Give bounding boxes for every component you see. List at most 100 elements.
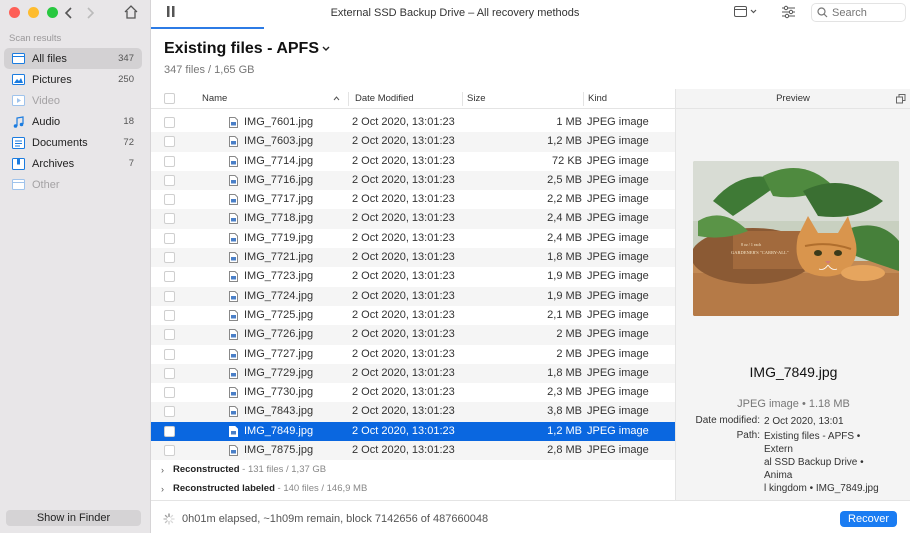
- table-row[interactable]: IMG_7726.jpg 2 Oct 2020, 13:01:23 2 MB JPEG…: [151, 325, 675, 345]
- table-row[interactable]: IMG_7719.jpg 2 Oct 2020, 13:01:23 2,4 MB JP…: [151, 229, 675, 248]
- table-row[interactable]: IMG_7725.jpg 2 Oct 2020, 13:01:23 2,1 MB JP…: [151, 306, 675, 325]
- column-header-name[interactable]: Name: [202, 89, 227, 109]
- search-field[interactable]: [811, 3, 906, 22]
- image-file-icon: [229, 445, 238, 457]
- column-separator: [348, 92, 349, 106]
- file-size: 1,8 MB: [547, 251, 582, 264]
- file-size: 1,2 MB: [547, 424, 582, 437]
- file-name: IMG_7725.jpg: [244, 308, 314, 321]
- table-row[interactable]: IMG_7875.jpg 2 Oct 2020, 13:01:23 2,8 MB JP…: [151, 441, 675, 461]
- row-checkbox[interactable]: [164, 329, 175, 341]
- sidebar-item-label: Archives: [32, 157, 75, 170]
- row-checkbox[interactable]: [164, 117, 175, 128]
- copy-icon[interactable]: [896, 94, 906, 104]
- table-row[interactable]: IMG_7603.jpg 2 Oct 2020, 13:01:23 1,2 MB JP…: [151, 132, 675, 152]
- sort-ascending-icon[interactable]: [333, 96, 340, 101]
- minimize-window-button[interactable]: [28, 7, 39, 18]
- disclosure-triangle-icon[interactable]: ›: [161, 484, 164, 494]
- file-kind: JPEG image: [587, 308, 649, 321]
- row-checkbox[interactable]: [164, 232, 175, 244]
- file-kind: JPEG image: [587, 424, 649, 437]
- table-row[interactable]: IMG_7721.jpg 2 Oct 2020, 13:01:23 1,8 MB JP…: [151, 248, 675, 268]
- zoom-window-button[interactable]: [47, 7, 58, 18]
- show-in-finder-button[interactable]: Show in Finder: [6, 510, 141, 526]
- select-all-checkbox[interactable]: [164, 93, 175, 104]
- file-size: 1,9 MB: [547, 289, 582, 302]
- view-options-icon[interactable]: [734, 6, 758, 18]
- group-row[interactable]: › Reconstructed labeled - 140 files / 146…: [151, 479, 675, 498]
- file-size: 2,4 MB: [547, 231, 582, 244]
- table-row[interactable]: IMG_7716.jpg 2 Oct 2020, 13:01:23 2,5 MB JP…: [151, 170, 675, 191]
- sidebar-item-video[interactable]: Video: [4, 90, 142, 111]
- recover-button[interactable]: Recover: [840, 511, 897, 527]
- filter-icon[interactable]: [781, 5, 796, 19]
- file-name: IMG_7727.jpg: [244, 347, 314, 360]
- row-checkbox[interactable]: [164, 309, 175, 321]
- row-checkbox[interactable]: [164, 174, 175, 186]
- file-name: IMG_7721.jpg: [244, 251, 314, 264]
- column-header-date[interactable]: Date Modified: [355, 89, 414, 109]
- table-row[interactable]: IMG_7729.jpg 2 Oct 2020, 13:01:23 1,8 MB JP…: [151, 363, 675, 384]
- table-row[interactable]: IMG_7718.jpg 2 Oct 2020, 13:01:23 2,4 MB JP…: [151, 209, 675, 229]
- row-checkbox[interactable]: [164, 387, 175, 399]
- table-row[interactable]: IMG_7714.jpg 2 Oct 2020, 13:01:23 72 KB JPE…: [151, 152, 675, 171]
- file-name: IMG_7724.jpg: [244, 289, 314, 302]
- file-kind: JPEG image: [587, 270, 649, 283]
- close-window-button[interactable]: [9, 7, 20, 18]
- content-title[interactable]: Existing files - APFS: [164, 40, 330, 58]
- file-kind: JPEG image: [587, 386, 649, 399]
- row-checkbox[interactable]: [164, 155, 175, 167]
- row-checkbox[interactable]: [164, 136, 175, 148]
- row-checkbox[interactable]: [164, 213, 175, 225]
- file-name: IMG_7603.jpg: [244, 135, 314, 148]
- table-row[interactable]: IMG_7717.jpg 2 Oct 2020, 13:01:23 2,2 MB JP…: [151, 190, 675, 209]
- sidebar-item-count: 18: [123, 116, 134, 127]
- table-row[interactable]: IMG_7724.jpg 2 Oct 2020, 13:01:23 1,9 MB JP…: [151, 286, 675, 306]
- sidebar-item-all-files[interactable]: All files 347: [4, 48, 142, 69]
- image-file-icon: [229, 117, 238, 128]
- table-row[interactable]: IMG_7727.jpg 2 Oct 2020, 13:01:23 2 MB JPEG…: [151, 345, 675, 364]
- forward-icon[interactable]: [85, 6, 95, 20]
- row-checkbox[interactable]: [164, 290, 175, 302]
- file-name: IMG_7875.jpg: [244, 444, 314, 457]
- row-checkbox[interactable]: [164, 406, 175, 418]
- preview-filename: IMG_7849.jpg: [749, 364, 838, 380]
- file-date: 2 Oct 2020, 13:01:23: [352, 424, 455, 437]
- table-row[interactable]: IMG_7849.jpg 2 Oct 2020, 13:01:23 1,2 MB JP…: [151, 421, 675, 442]
- row-checkbox[interactable]: [164, 271, 175, 283]
- sidebar-item-pictures[interactable]: Pictures 250: [4, 69, 142, 90]
- image-file-icon: [229, 329, 238, 341]
- table-row[interactable]: IMG_7723.jpg 2 Oct 2020, 13:01:23 1,9 MB JP…: [151, 267, 675, 286]
- file-date: 2 Oct 2020, 13:01:23: [352, 270, 455, 283]
- sidebar-item-other[interactable]: Other: [4, 174, 142, 195]
- image-file-icon: [229, 174, 238, 186]
- preview-header: Preview: [676, 89, 910, 109]
- column-header-size[interactable]: Size: [467, 89, 485, 109]
- row-checkbox[interactable]: [164, 348, 175, 360]
- group-row[interactable]: › Reconstructed - 131 files / 1,37 GB: [151, 460, 675, 479]
- table-row[interactable]: IMG_7730.jpg 2 Oct 2020, 13:01:23 2,3 MB JP…: [151, 383, 675, 402]
- row-checkbox[interactable]: [164, 252, 175, 264]
- column-header-kind[interactable]: Kind: [588, 89, 607, 109]
- sidebar-item-audio[interactable]: Audio 18: [4, 111, 142, 132]
- file-size: 2,8 MB: [547, 444, 582, 457]
- file-kind: JPEG image: [587, 231, 649, 244]
- file-size: 72 KB: [552, 154, 582, 167]
- row-checkbox[interactable]: [164, 425, 175, 437]
- window-title: External SSD Backup Drive – All recovery…: [330, 7, 580, 19]
- back-icon[interactable]: [64, 6, 74, 20]
- file-name: IMG_7719.jpg: [244, 231, 314, 244]
- sidebar-item-documents[interactable]: Documents 72: [4, 132, 142, 153]
- row-checkbox[interactable]: [164, 445, 175, 457]
- preview-path-line: l kingdom • IMG_7849.jpg: [764, 483, 879, 494]
- row-checkbox[interactable]: [164, 194, 175, 206]
- table-row[interactable]: IMG_7601.jpg 2 Oct 2020, 13:01:23 1 MB JPEG…: [151, 113, 675, 132]
- search-input[interactable]: [832, 6, 904, 19]
- file-size: 1 MB: [556, 116, 582, 128]
- row-checkbox[interactable]: [164, 367, 175, 379]
- table-row[interactable]: IMG_7843.jpg 2 Oct 2020, 13:01:23 3,8 MB JP…: [151, 402, 675, 422]
- sidebar-item-archives[interactable]: Archives 7: [4, 153, 142, 174]
- file-date: 2 Oct 2020, 13:01:23: [352, 444, 455, 457]
- disclosure-triangle-icon[interactable]: ›: [161, 465, 164, 475]
- home-icon[interactable]: [123, 4, 139, 20]
